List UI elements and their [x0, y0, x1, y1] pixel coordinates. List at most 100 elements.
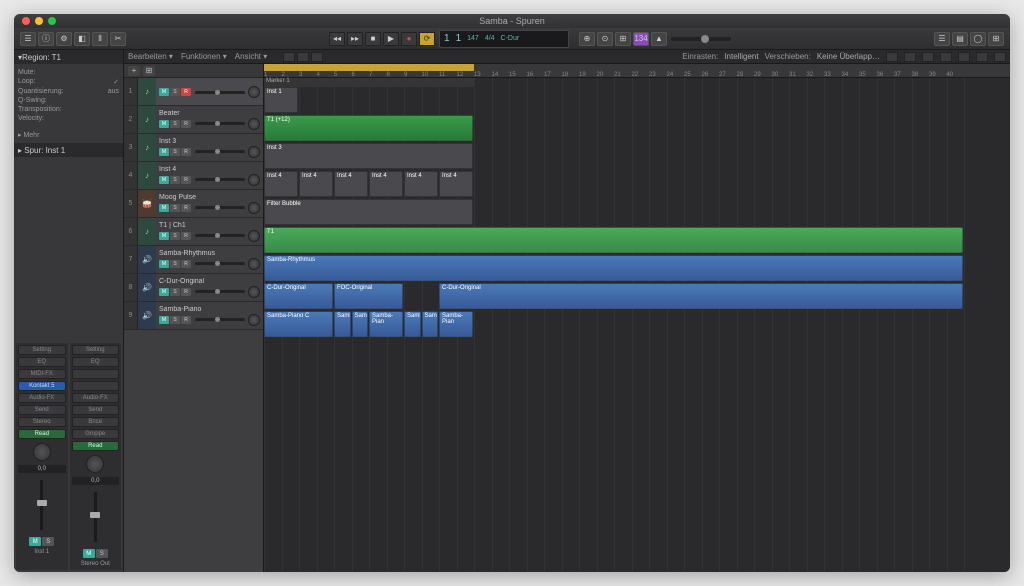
track-header[interactable]: 3 ♪ Inst 3 M S R [124, 134, 263, 162]
region[interactable]: Samba-Pian [439, 311, 473, 337]
track-pan-knob[interactable] [248, 146, 260, 158]
insert-slot[interactable] [72, 369, 120, 379]
insert-slot[interactable]: EQ [72, 357, 120, 367]
inspector-more[interactable]: ▸ Mehr [14, 127, 123, 143]
record-button[interactable]: ● [401, 32, 417, 46]
insert-slot[interactable]: Setting [72, 345, 120, 355]
automation-mode[interactable]: Read [72, 441, 120, 451]
insert-slot[interactable]: MIDI-FX [18, 369, 66, 379]
track-pan-knob[interactable] [248, 174, 260, 186]
track-pan-knob[interactable] [248, 314, 260, 326]
solo-button[interactable]: S [170, 148, 180, 156]
snap-select[interactable]: Intelligent [724, 52, 758, 61]
track-icon[interactable]: ♪ [138, 78, 156, 105]
tool-f[interactable] [976, 52, 988, 62]
pan-knob[interactable] [86, 455, 104, 473]
insert-slot[interactable]: Audio-FX [72, 393, 120, 403]
track-pan-knob[interactable] [248, 202, 260, 214]
region[interactable]: T1 (+12) [264, 115, 473, 141]
inspector-row[interactable]: Mute: [18, 68, 119, 77]
track-volume-slider[interactable] [195, 234, 245, 237]
track-volume-slider[interactable] [195, 206, 245, 209]
region[interactable]: FOC-Original [334, 283, 403, 309]
tool-a[interactable] [886, 52, 898, 62]
region[interactable]: Inst 4 [439, 171, 473, 197]
editors-button[interactable]: ✂ [110, 32, 126, 46]
mute-button[interactable]: M [159, 260, 169, 268]
replace-button[interactable]: ⊕ [579, 32, 595, 46]
inspector-row[interactable]: Transposition: [18, 105, 119, 114]
insert-slot[interactable]: Send [72, 405, 120, 415]
inspector-region-header[interactable]: ▾ Region: T1 [14, 50, 123, 64]
solo-button[interactable]: S [170, 176, 180, 184]
insert-slot[interactable]: EQ [18, 357, 66, 367]
drag-select[interactable]: Keine Überlapp… [817, 52, 880, 61]
solo-button[interactable]: S [170, 120, 180, 128]
mute-button[interactable]: M [159, 176, 169, 184]
metronome-button[interactable]: 134 [633, 32, 649, 46]
track-pan-knob[interactable] [248, 258, 260, 270]
track-header[interactable]: 5 🥁 Moog Pulse M S R [124, 190, 263, 218]
count-in-button[interactable]: ⊞ [615, 32, 631, 46]
track-name[interactable]: Moog Pulse [159, 194, 260, 201]
volume-fader[interactable] [94, 492, 97, 542]
record-enable-button[interactable]: R [181, 232, 191, 240]
insert-slot[interactable]: Audio-FX [18, 393, 66, 403]
region[interactable]: C-Dur-Original [264, 283, 333, 309]
menu-funktionen[interactable]: Funktionen ▾ [181, 52, 227, 61]
inspector-row[interactable]: Q-Swing: [18, 96, 119, 105]
region[interactable]: Samb [352, 311, 369, 337]
mixer-button[interactable]: ⫴ [92, 32, 108, 46]
track-header[interactable]: 4 ♪ Inst 4 M S R [124, 162, 263, 190]
solo-button[interactable]: S [170, 204, 180, 212]
group-slot[interactable]: Gruppe [72, 429, 120, 439]
insert-slot[interactable]: Stereo [18, 417, 66, 427]
region[interactable]: Samb [334, 311, 351, 337]
loops-button[interactable]: ◯ [970, 32, 986, 46]
track-volume-slider[interactable] [195, 318, 245, 321]
insert-slot[interactable] [72, 381, 120, 391]
tool-b[interactable] [904, 52, 916, 62]
track-name[interactable]: Inst 4 [159, 166, 260, 173]
region[interactable]: Samba-Rhythmus [264, 255, 963, 281]
track-pan-knob[interactable] [248, 86, 260, 98]
track-pan-knob[interactable] [248, 286, 260, 298]
region[interactable]: Inst 4 [404, 171, 438, 197]
record-enable-button[interactable]: R [181, 88, 191, 96]
tool-c[interactable] [922, 52, 934, 62]
solo-button[interactable]: S [170, 232, 180, 240]
track-pan-knob[interactable] [248, 118, 260, 130]
ruler[interactable]: 1234567891011121314151617181920212223242… [264, 64, 1010, 78]
track-icon[interactable]: ♪ [138, 134, 156, 161]
list-editors-button[interactable]: ☰ [934, 32, 950, 46]
inspector-track-header[interactable]: ▸ Spur: Inst 1 [14, 143, 123, 157]
region[interactable]: Samba-Piano C [264, 311, 333, 337]
solo-button[interactable]: S [96, 549, 108, 558]
insert-slot[interactable]: Setting [18, 345, 66, 355]
track-name[interactable]: Inst 3 [159, 138, 260, 145]
solo-button[interactable]: S [170, 316, 180, 324]
pan-knob[interactable] [33, 443, 51, 461]
track-name[interactable]: T1 | Ch1 [159, 222, 260, 229]
menu-ansicht[interactable]: Ansicht ▾ [235, 52, 267, 61]
solo-button[interactable]: S [170, 260, 180, 268]
track-name[interactable]: Samba-Rhythmus [159, 250, 260, 257]
track-icon[interactable]: 🔊 [138, 302, 156, 329]
tuner-button[interactable]: ⊙ [597, 32, 613, 46]
record-enable-button[interactable]: R [181, 316, 191, 324]
mute-button[interactable]: M [159, 232, 169, 240]
menu-bearbeiten[interactable]: Bearbeiten ▾ [128, 52, 173, 61]
track-header[interactable]: 8 🔊 C-Dur-Original M S R [124, 274, 263, 302]
solo-button[interactable]: S [42, 537, 54, 546]
inspector-row[interactable]: Velocity: [18, 114, 119, 123]
cycle-button[interactable]: ⟳ [419, 32, 435, 46]
mute-button[interactable]: M [159, 204, 169, 212]
toolbar-button[interactable]: ⚙ [56, 32, 72, 46]
mute-button[interactable]: M [159, 120, 169, 128]
region[interactable]: T1 [264, 227, 963, 253]
track-volume-slider[interactable] [195, 122, 245, 125]
duplicate-track-button[interactable]: ⊞ [143, 66, 155, 76]
track-volume-slider[interactable] [195, 150, 245, 153]
mute-button[interactable]: M [159, 148, 169, 156]
stop-button[interactable]: ■ [365, 32, 381, 46]
